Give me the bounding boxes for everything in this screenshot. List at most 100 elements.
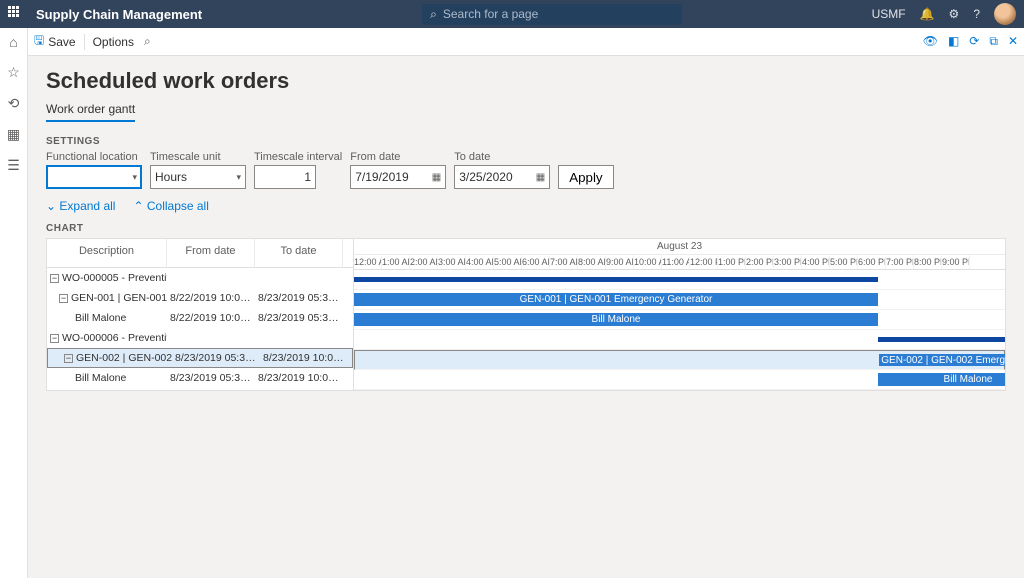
gantt-bar-row: GEN-001 | GEN-001 Emergency Generator	[354, 290, 1005, 310]
nav-modules-icon[interactable]: ☰	[7, 157, 20, 174]
attachments-icon[interactable]: 👁	[923, 34, 938, 49]
row-from: 8/23/2019 05:37:59 pm	[172, 352, 260, 364]
row-description: −GEN-002 | GEN-002 Emerge	[52, 352, 172, 364]
hour-tick: 6:00 AM	[522, 255, 550, 269]
search-placeholder: Search for a page	[443, 7, 538, 21]
collapse-toggle-icon[interactable]: −	[64, 354, 73, 363]
chart-section-label: CHART	[46, 223, 1006, 234]
page-title: Scheduled work orders	[46, 68, 1006, 94]
chevron-down-icon: ▾	[236, 172, 241, 183]
chevron-down-icon: ▾	[132, 172, 137, 183]
collapse-toggle-icon[interactable]: −	[50, 274, 59, 283]
save-button[interactable]: 🖫Save	[34, 31, 76, 52]
gantt-bar-row	[354, 330, 1005, 350]
gantt-row[interactable]: −WO-000006 - Preventive: Emergency Gener…	[47, 328, 353, 348]
gantt-bar[interactable]: GEN-001 | GEN-001 Emergency Generator	[354, 293, 878, 306]
page-options-icon[interactable]: ◧	[948, 34, 959, 49]
timescale-interval-input[interactable]: 1	[254, 165, 316, 189]
row-description: Bill Malone	[47, 372, 167, 384]
tab-work-order-gantt[interactable]: Work order gantt	[46, 102, 135, 122]
settings-icon[interactable]: ⚙	[949, 7, 960, 21]
app-title: Supply Chain Management	[36, 7, 202, 22]
gantt-bar[interactable]	[878, 337, 1005, 342]
action-bar: ≡ 🖫Save Options ⌕ 👁 ◧ ⟳ ⧉ ✕	[0, 28, 1024, 56]
filter-bar: Functional location ▾ Timescale unit Hou…	[46, 151, 1006, 189]
gantt-hour-scale: 12:00 AM1:00 AM2:00 AM3:00 AM4:00 AM5:00…	[354, 255, 1005, 270]
row-from: 8/22/2019 10:07:59 pm	[167, 312, 255, 324]
row-from: 8/23/2019 05:37:59 pm	[167, 372, 255, 384]
popout-icon[interactable]: ⧉	[989, 34, 998, 49]
chevron-down-icon: ⌄	[46, 199, 56, 213]
func-loc-label: Functional location	[46, 151, 142, 163]
hour-tick: 5:00 PM	[830, 255, 858, 269]
hour-tick: 7:00 AM	[550, 255, 578, 269]
find-icon[interactable]: ⌕	[144, 34, 151, 49]
close-icon[interactable]: ✕	[1008, 34, 1018, 49]
to-date-input[interactable]: 3/25/2020▦	[454, 165, 550, 189]
global-search[interactable]: ⌕ Search for a page	[422, 4, 682, 25]
apply-button[interactable]: Apply	[558, 165, 613, 189]
nav-home-icon[interactable]: ⌂	[9, 34, 17, 50]
hour-tick: 12:00 PM	[690, 255, 718, 269]
hour-tick: 4:00 AM	[466, 255, 494, 269]
hour-tick: 1:00 PM	[718, 255, 746, 269]
refresh-icon[interactable]: ⟳	[969, 34, 979, 49]
nav-workspaces-icon[interactable]: ▦	[7, 126, 20, 143]
nav-recent-icon[interactable]: ⟲	[8, 95, 20, 112]
gantt-bar[interactable]: Bill Malone	[354, 313, 878, 326]
search-icon: ⌕	[430, 7, 437, 22]
hour-tick: 7:00 PM	[886, 255, 914, 269]
row-description: −WO-000006 - Preventive: Emergency Gener…	[47, 332, 167, 344]
hour-tick: 2:00 AM	[410, 255, 438, 269]
fromdate-label: From date	[350, 151, 446, 163]
gantt-bar-row: GEN-002 | GEN-002 Emergency Gener	[354, 350, 1005, 370]
hour-tick: 12:00 AM	[354, 255, 382, 269]
gantt-bar[interactable]	[354, 277, 878, 282]
gantt-row[interactable]: −GEN-002 | GEN-002 Emerge8/23/2019 05:37…	[47, 348, 353, 368]
col-fromdate[interactable]: From date	[167, 239, 255, 267]
row-to: 8/23/2019 05:37:59 pm	[255, 312, 343, 324]
app-launcher-icon[interactable]	[8, 6, 24, 22]
collapse-toggle-icon[interactable]: −	[59, 294, 68, 303]
hour-tick: 3:00 AM	[438, 255, 466, 269]
col-todate[interactable]: To date	[255, 239, 343, 267]
hour-tick: 8:00 PM	[914, 255, 942, 269]
gantt-bar[interactable]: GEN-002 | GEN-002 Emergency Gener	[879, 354, 1005, 366]
hour-tick: 1:00 AM	[382, 255, 410, 269]
notifications-icon[interactable]: 🔔	[920, 7, 935, 21]
nav-favorites-icon[interactable]: ☆	[7, 64, 20, 81]
hour-tick: 5:00 AM	[494, 255, 522, 269]
unit-label: Timescale unit	[150, 151, 246, 163]
options-button[interactable]: Options	[93, 35, 134, 49]
todate-label: To date	[454, 151, 550, 163]
from-date-input[interactable]: 7/19/2019▦	[350, 165, 446, 189]
timescale-unit-select[interactable]: Hours▾	[150, 165, 246, 189]
gantt-bar-row: Bill Malone	[354, 310, 1005, 330]
gantt-row[interactable]: −WO-000005 - Preventive: Emergency Gener…	[47, 268, 353, 288]
calendar-icon: ▦	[536, 172, 545, 183]
gantt-bar-row: Bill Malone	[354, 370, 1005, 390]
expand-all-link[interactable]: ⌄ Expand all	[46, 199, 115, 213]
col-description[interactable]: Description	[47, 239, 167, 267]
avatar[interactable]	[994, 3, 1016, 25]
gantt-chart: Description From date To date −WO-000005…	[46, 238, 1006, 391]
hour-tick: 2:00 PM	[746, 255, 774, 269]
collapse-all-link[interactable]: ⌃ Collapse all	[133, 199, 208, 213]
row-to: 8/23/2019 10:07:59 pm	[255, 372, 343, 384]
row-to: 8/23/2019 10:07:59 pm	[260, 352, 348, 364]
row-description: −GEN-001 | GEN-001 Emerge	[47, 292, 167, 304]
gantt-row[interactable]: Bill Malone8/22/2019 10:07:59 pm8/23/201…	[47, 308, 353, 328]
hour-tick: 10:00 AM	[634, 255, 662, 269]
functional-location-select[interactable]: ▾	[46, 165, 142, 189]
gantt-bar-row	[354, 270, 1005, 290]
company-picker[interactable]: USMF	[872, 7, 906, 21]
interval-label: Timescale interval	[254, 151, 342, 163]
hour-tick: 4:00 PM	[802, 255, 830, 269]
collapse-toggle-icon[interactable]: −	[50, 334, 59, 343]
gantt-row[interactable]: Bill Malone8/23/2019 05:37:59 pm8/23/201…	[47, 368, 353, 388]
gantt-row[interactable]: −GEN-001 | GEN-001 Emerge8/22/2019 10:07…	[47, 288, 353, 308]
hour-tick: 9:00 AM	[606, 255, 634, 269]
hour-tick: 8:00 AM	[578, 255, 606, 269]
gantt-bar[interactable]: Bill Malone	[878, 373, 1005, 386]
help-icon[interactable]: ?	[973, 7, 980, 21]
